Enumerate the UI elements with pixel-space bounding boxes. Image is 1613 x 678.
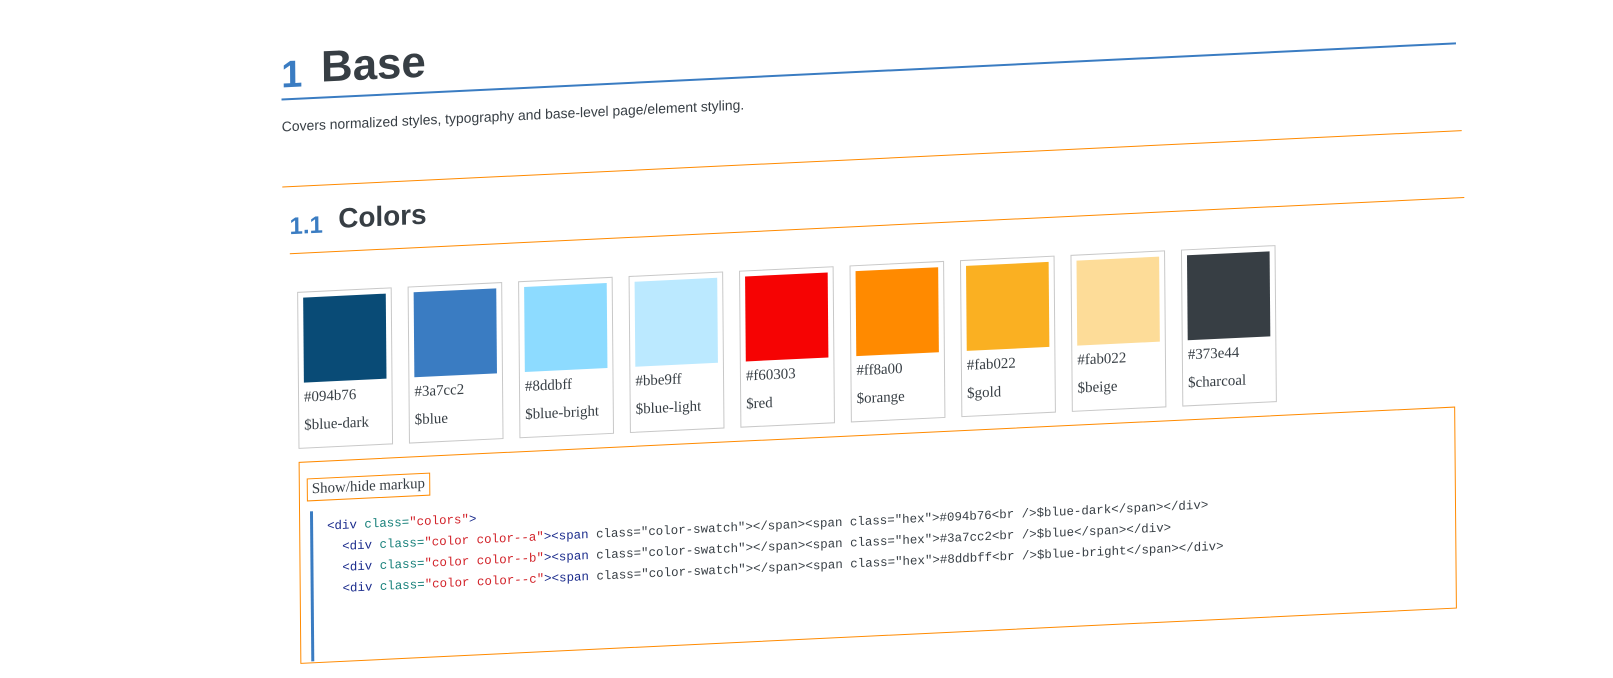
color-variable: $charcoal [1188,372,1247,392]
color-card: #ff8a00 $orange [849,260,946,423]
color-hex: #094b76 [303,387,357,406]
color-swatch [634,277,718,367]
color-swatch [855,267,939,357]
color-variable: $gold [967,384,1002,402]
color-variable: $orange [856,388,905,408]
color-card: #bbe9ff $blue-light [628,271,725,434]
section-title: Base [320,37,426,92]
color-swatch [1076,256,1160,346]
section-number: 1 [281,53,303,97]
section-heading: 1 Base [280,0,1456,101]
subsection-number: 1.1 [289,211,323,241]
color-swatch [966,261,1050,351]
color-swatch [745,272,829,362]
color-swatch-list: #094b76 $blue-dark #3a7cc2 $blue #8ddbff $blu… [297,245,1277,452]
color-card: #fab022 $beige [1070,250,1167,412]
color-swatch [1186,251,1271,341]
color-hex: #ff8a00 [856,360,903,380]
color-variable: $blue-dark [304,414,370,434]
subsection-heading: 1.1 Colors [289,145,1465,255]
color-hex: #bbe9ff [635,371,682,390]
color-hex: #fab022 [1077,350,1127,369]
color-hex: #3a7cc2 [414,381,465,401]
color-card: #373e44 $charcoal [1180,245,1277,407]
subsection-title: Colors [338,198,427,234]
color-hex: #f60303 [745,366,796,385]
section-description: Covers normalized styles, typography and… [281,96,745,135]
color-swatch [303,293,387,383]
color-card: #fab022 $gold [959,255,1056,418]
color-card: #8ddbff $blue-bright [518,276,615,439]
color-swatch [524,283,608,373]
color-swatch [413,288,497,378]
color-variable: $blue-light [635,398,702,418]
color-card: #094b76 $blue-dark [297,287,394,449]
color-hex: #373e44 [1187,344,1240,364]
color-variable: $red [746,395,773,413]
color-hex: #8ddbff [524,376,573,396]
color-card: #f60303 $red [739,266,835,428]
color-variable: $blue [414,410,448,429]
color-variable: $beige [1077,378,1118,397]
style-guide-page: 1 Base Covers normalized styles, typogra… [0,0,1610,664]
color-variable: $blue-bright [525,403,600,424]
color-hex: #fab022 [966,355,1016,374]
color-card: #3a7cc2 $blue [407,282,504,444]
